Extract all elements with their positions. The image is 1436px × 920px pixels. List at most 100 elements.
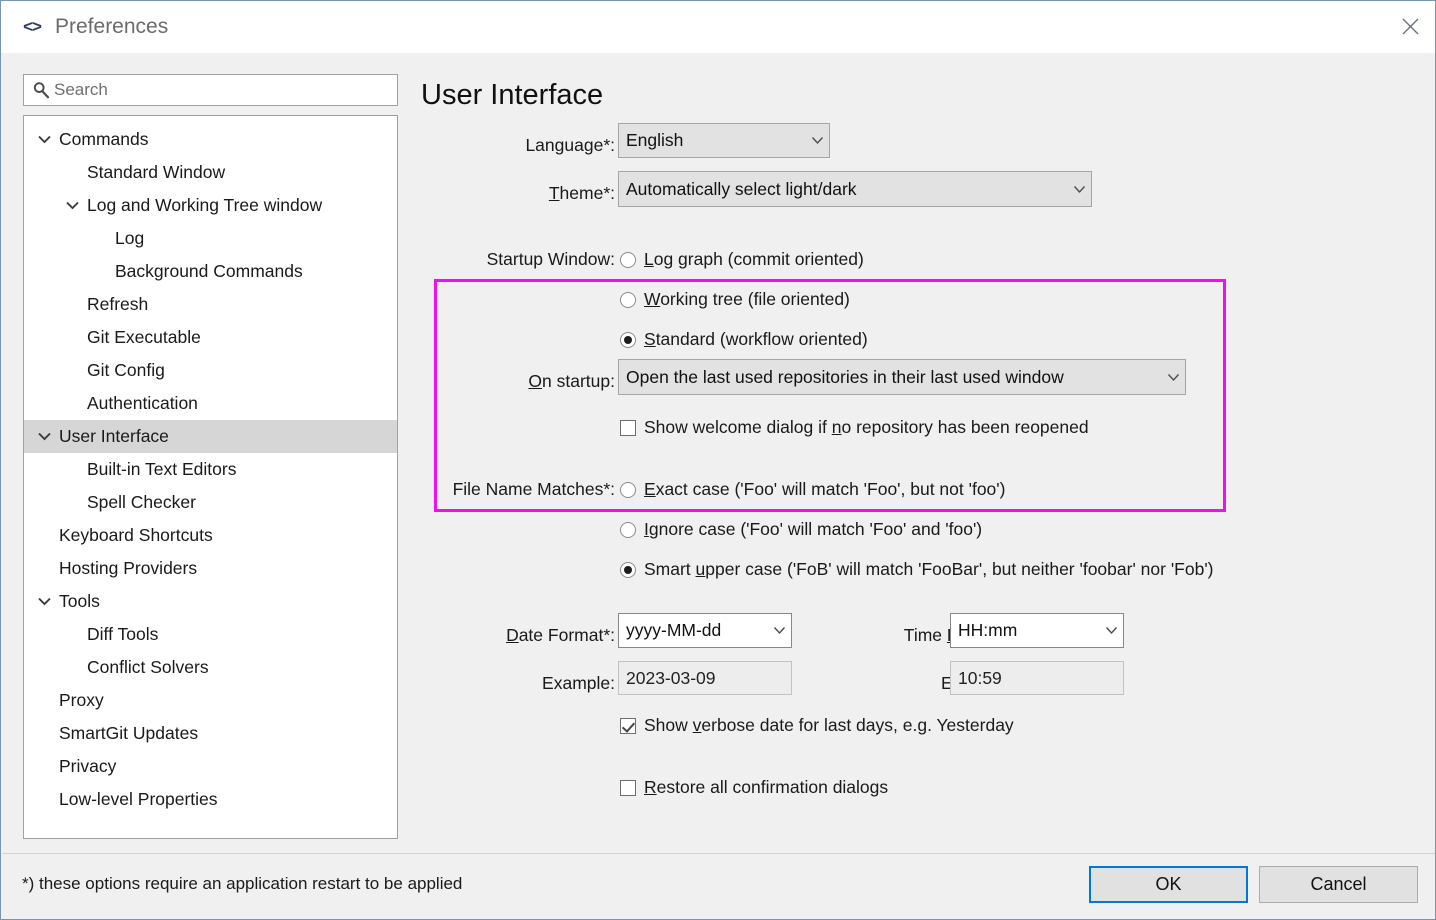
language-value: English (626, 130, 805, 151)
search-icon (32, 81, 50, 99)
radio-indicator (620, 252, 636, 268)
ok-button[interactable]: OK (1089, 866, 1248, 903)
sidebar-item-label: Privacy (59, 756, 116, 777)
preferences-dialog: <> Preferences Commands Standard Window Lo… (0, 0, 1436, 920)
sidebar-item-label: Log (115, 228, 144, 249)
sidebar-item-label: Hosting Providers (59, 558, 197, 579)
radio-indicator (620, 562, 636, 578)
cancel-button[interactable]: Cancel (1259, 866, 1418, 903)
date-example-label: Example: (412, 673, 615, 694)
sidebar-item-tools[interactable]: Tools (24, 585, 397, 618)
sidebar-item-label: Keyboard Shortcuts (59, 525, 213, 546)
code-brackets-icon: <> (19, 14, 45, 40)
sidebar-item-refresh[interactable]: Refresh (24, 288, 397, 321)
date-example-value: 2023-03-09 (618, 661, 792, 695)
on-startup-value: Open the last used repositories in their… (626, 367, 1161, 388)
sidebar-item-log-and-working-tree-window[interactable]: Log and Working Tree window (24, 189, 397, 222)
on-startup-dropdown[interactable]: Open the last used repositories in their… (618, 359, 1186, 395)
chevron-down-icon[interactable] (34, 130, 54, 150)
title-bar: <> Preferences (1, 1, 1435, 53)
sidebar-item-diff-tools[interactable]: Diff Tools (24, 618, 397, 651)
sidebar-item-log[interactable]: Log (24, 222, 397, 255)
sidebar-item-label: Standard Window (87, 162, 225, 183)
time-example-value: 10:59 (950, 661, 1124, 695)
sidebar-item-standard-window[interactable]: Standard Window (24, 156, 397, 189)
checkbox-indicator (620, 718, 636, 734)
page-title: User Interface (421, 79, 603, 112)
radio-exact-case[interactable]: Exact case ('Foo' will match 'Foo', but … (620, 479, 1005, 500)
sidebar-item-git-config[interactable]: Git Config (24, 354, 397, 387)
language-label: Language*: (412, 135, 615, 156)
sidebar-item-label: Tools (59, 591, 100, 612)
sidebar-item-git-executable[interactable]: Git Executable (24, 321, 397, 354)
chevron-down-icon[interactable] (34, 427, 54, 447)
date-format-dropdown[interactable]: yyyy-MM-dd (618, 613, 792, 648)
search-input[interactable] (54, 80, 384, 100)
radio-label: Standard (workflow oriented) (644, 329, 868, 350)
checkbox-label: Restore all confirmation dialogs (644, 777, 888, 798)
startup-window-label: Startup Window: (412, 249, 615, 270)
sidebar-item-built-in-text-editors[interactable]: Built-in Text Editors (24, 453, 397, 486)
sidebar-item-hosting-providers[interactable]: Hosting Providers (24, 552, 397, 585)
sidebar-item-low-level-properties[interactable]: Low-level Properties (24, 783, 397, 816)
sidebar-item-spell-checker[interactable]: Spell Checker (24, 486, 397, 519)
theme-dropdown[interactable]: Automatically select light/dark (618, 171, 1092, 207)
sidebar-item-label: Authentication (87, 393, 198, 414)
radio-label: Ignore case ('Foo' will match 'Foo' and … (644, 519, 982, 540)
checkbox-restore-confirmation-dialogs[interactable]: Restore all confirmation dialogs (620, 777, 888, 798)
checkbox-show-welcome-dialog[interactable]: Show welcome dialog if no repository has… (620, 417, 1089, 438)
chevron-down-icon (1099, 626, 1123, 635)
radio-startup-working-tree[interactable]: Working tree (file oriented) (620, 289, 850, 310)
radio-indicator (620, 482, 636, 498)
language-dropdown[interactable]: English (618, 123, 830, 158)
time-format-value: HH:mm (958, 620, 1099, 641)
sidebar-item-user-interface[interactable]: User Interface (24, 420, 397, 453)
close-icon[interactable] (1385, 1, 1435, 51)
sidebar-item-label: Proxy (59, 690, 104, 711)
sidebar-item-smartgit-updates[interactable]: SmartGit Updates (24, 717, 397, 750)
radio-indicator (620, 522, 636, 538)
theme-value: Automatically select light/dark (626, 179, 1067, 200)
checkbox-verbose-date[interactable]: Show verbose date for last days, e.g. Ye… (620, 715, 1014, 736)
sidebar-item-label: Background Commands (115, 261, 303, 282)
sidebar-item-label: Low-level Properties (59, 789, 218, 810)
restart-note: *) these options require an application … (22, 874, 462, 894)
chevron-down-icon (767, 626, 791, 635)
radio-startup-standard[interactable]: Standard (workflow oriented) (620, 329, 868, 350)
sidebar-item-commands[interactable]: Commands (24, 123, 397, 156)
chevron-down-icon (1161, 373, 1185, 382)
file-name-matches-label: File Name Matches*: (412, 479, 615, 500)
sidebar-item-label: SmartGit Updates (59, 723, 198, 744)
sidebar-item-keyboard-shortcuts[interactable]: Keyboard Shortcuts (24, 519, 397, 552)
chevron-down-icon (1067, 185, 1091, 194)
dialog-footer: *) these options require an application … (2, 853, 1435, 919)
on-startup-label: On startup: (412, 371, 615, 392)
radio-ignore-case[interactable]: Ignore case ('Foo' will match 'Foo' and … (620, 519, 982, 540)
checkbox-indicator (620, 780, 636, 796)
sidebar-item-label: Refresh (87, 294, 148, 315)
sidebar-item-label: Diff Tools (87, 624, 158, 645)
sidebar-item-proxy[interactable]: Proxy (24, 684, 397, 717)
radio-startup-log-graph[interactable]: Log graph (commit oriented) (620, 249, 864, 270)
sidebar-item-label: Log and Working Tree window (87, 195, 322, 216)
sidebar-item-conflict-solvers[interactable]: Conflict Solvers (24, 651, 397, 684)
time-format-dropdown[interactable]: HH:mm (950, 613, 1124, 648)
sidebar-item-privacy[interactable]: Privacy (24, 750, 397, 783)
settings-panel: User Interface Language*: English Theme*… (412, 53, 1432, 853)
radio-label: Smart upper case ('FoB' will match 'FooB… (644, 559, 1213, 580)
sidebar-item-label: Git Executable (87, 327, 201, 348)
sidebar-item-label: Commands (59, 129, 148, 150)
dialog-body: Commands Standard Window Log and Working T… (2, 53, 1435, 853)
radio-indicator (620, 292, 636, 308)
sidebar-item-label: Spell Checker (87, 492, 196, 513)
chevron-down-icon (805, 136, 829, 145)
radio-smart-upper-case[interactable]: Smart upper case ('FoB' will match 'FooB… (620, 559, 1213, 580)
chevron-down-icon[interactable] (34, 592, 54, 612)
sidebar-item-background-commands[interactable]: Background Commands (24, 255, 397, 288)
search-box[interactable] (23, 74, 398, 106)
settings-tree[interactable]: Commands Standard Window Log and Working T… (23, 115, 398, 839)
sidebar-item-authentication[interactable]: Authentication (24, 387, 397, 420)
radio-indicator (620, 332, 636, 348)
sidebar-item-label: Conflict Solvers (87, 657, 209, 678)
chevron-down-icon[interactable] (62, 196, 82, 216)
